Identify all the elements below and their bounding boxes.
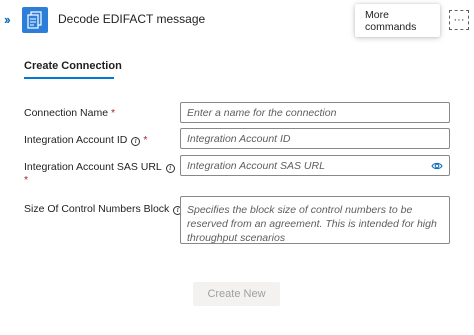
tab-create-connection[interactable]: Create Connection	[24, 60, 122, 72]
eye-icon[interactable]	[431, 161, 443, 174]
tooltip-text: More commands	[365, 8, 417, 33]
action-title: Decode EDIFACT message	[58, 12, 206, 26]
control-numbers-block-label: Size Of Control Numbers Block i	[24, 203, 183, 215]
required-marker: *	[143, 134, 148, 146]
connection-name-placeholder: Enter a name for the connection	[187, 106, 337, 119]
more-commands-tooltip: More commands	[355, 4, 440, 37]
required-marker: *	[111, 107, 116, 119]
required-marker: *	[24, 174, 29, 186]
create-new-button[interactable]: Create New	[193, 282, 280, 306]
integration-account-id-label: Integration Account ID i *	[24, 134, 148, 146]
active-tab-indicator	[24, 77, 114, 79]
info-icon[interactable]: i	[165, 164, 175, 173]
ellipsis-icon: ···	[453, 13, 465, 26]
sas-url-required-line: *	[24, 174, 28, 186]
integration-account-id-input[interactable]: Integration Account ID	[180, 128, 450, 149]
connection-panel: ›› Decode EDIFACT message More commands …	[0, 0, 474, 335]
control-numbers-block-input[interactable]: Specifies the block size of control numb…	[180, 196, 450, 244]
expand-chevron-icon[interactable]: ››	[4, 12, 11, 27]
connection-name-input[interactable]: Enter a name for the connection	[180, 102, 450, 123]
integration-account-sas-url-label: Integration Account SAS URL i	[24, 161, 175, 173]
connection-name-label: Connection Name *	[24, 107, 116, 119]
integration-account-id-placeholder: Integration Account ID	[187, 132, 291, 145]
integration-account-sas-url-input[interactable]: Integration Account SAS URL	[180, 155, 450, 176]
integration-account-sas-url-placeholder: Integration Account SAS URL	[187, 159, 325, 172]
more-commands-button[interactable]: ···	[449, 10, 469, 30]
info-icon[interactable]: i	[131, 137, 141, 146]
control-numbers-block-placeholder: Specifies the block size of control numb…	[187, 204, 437, 244]
edifact-action-icon	[22, 7, 48, 33]
